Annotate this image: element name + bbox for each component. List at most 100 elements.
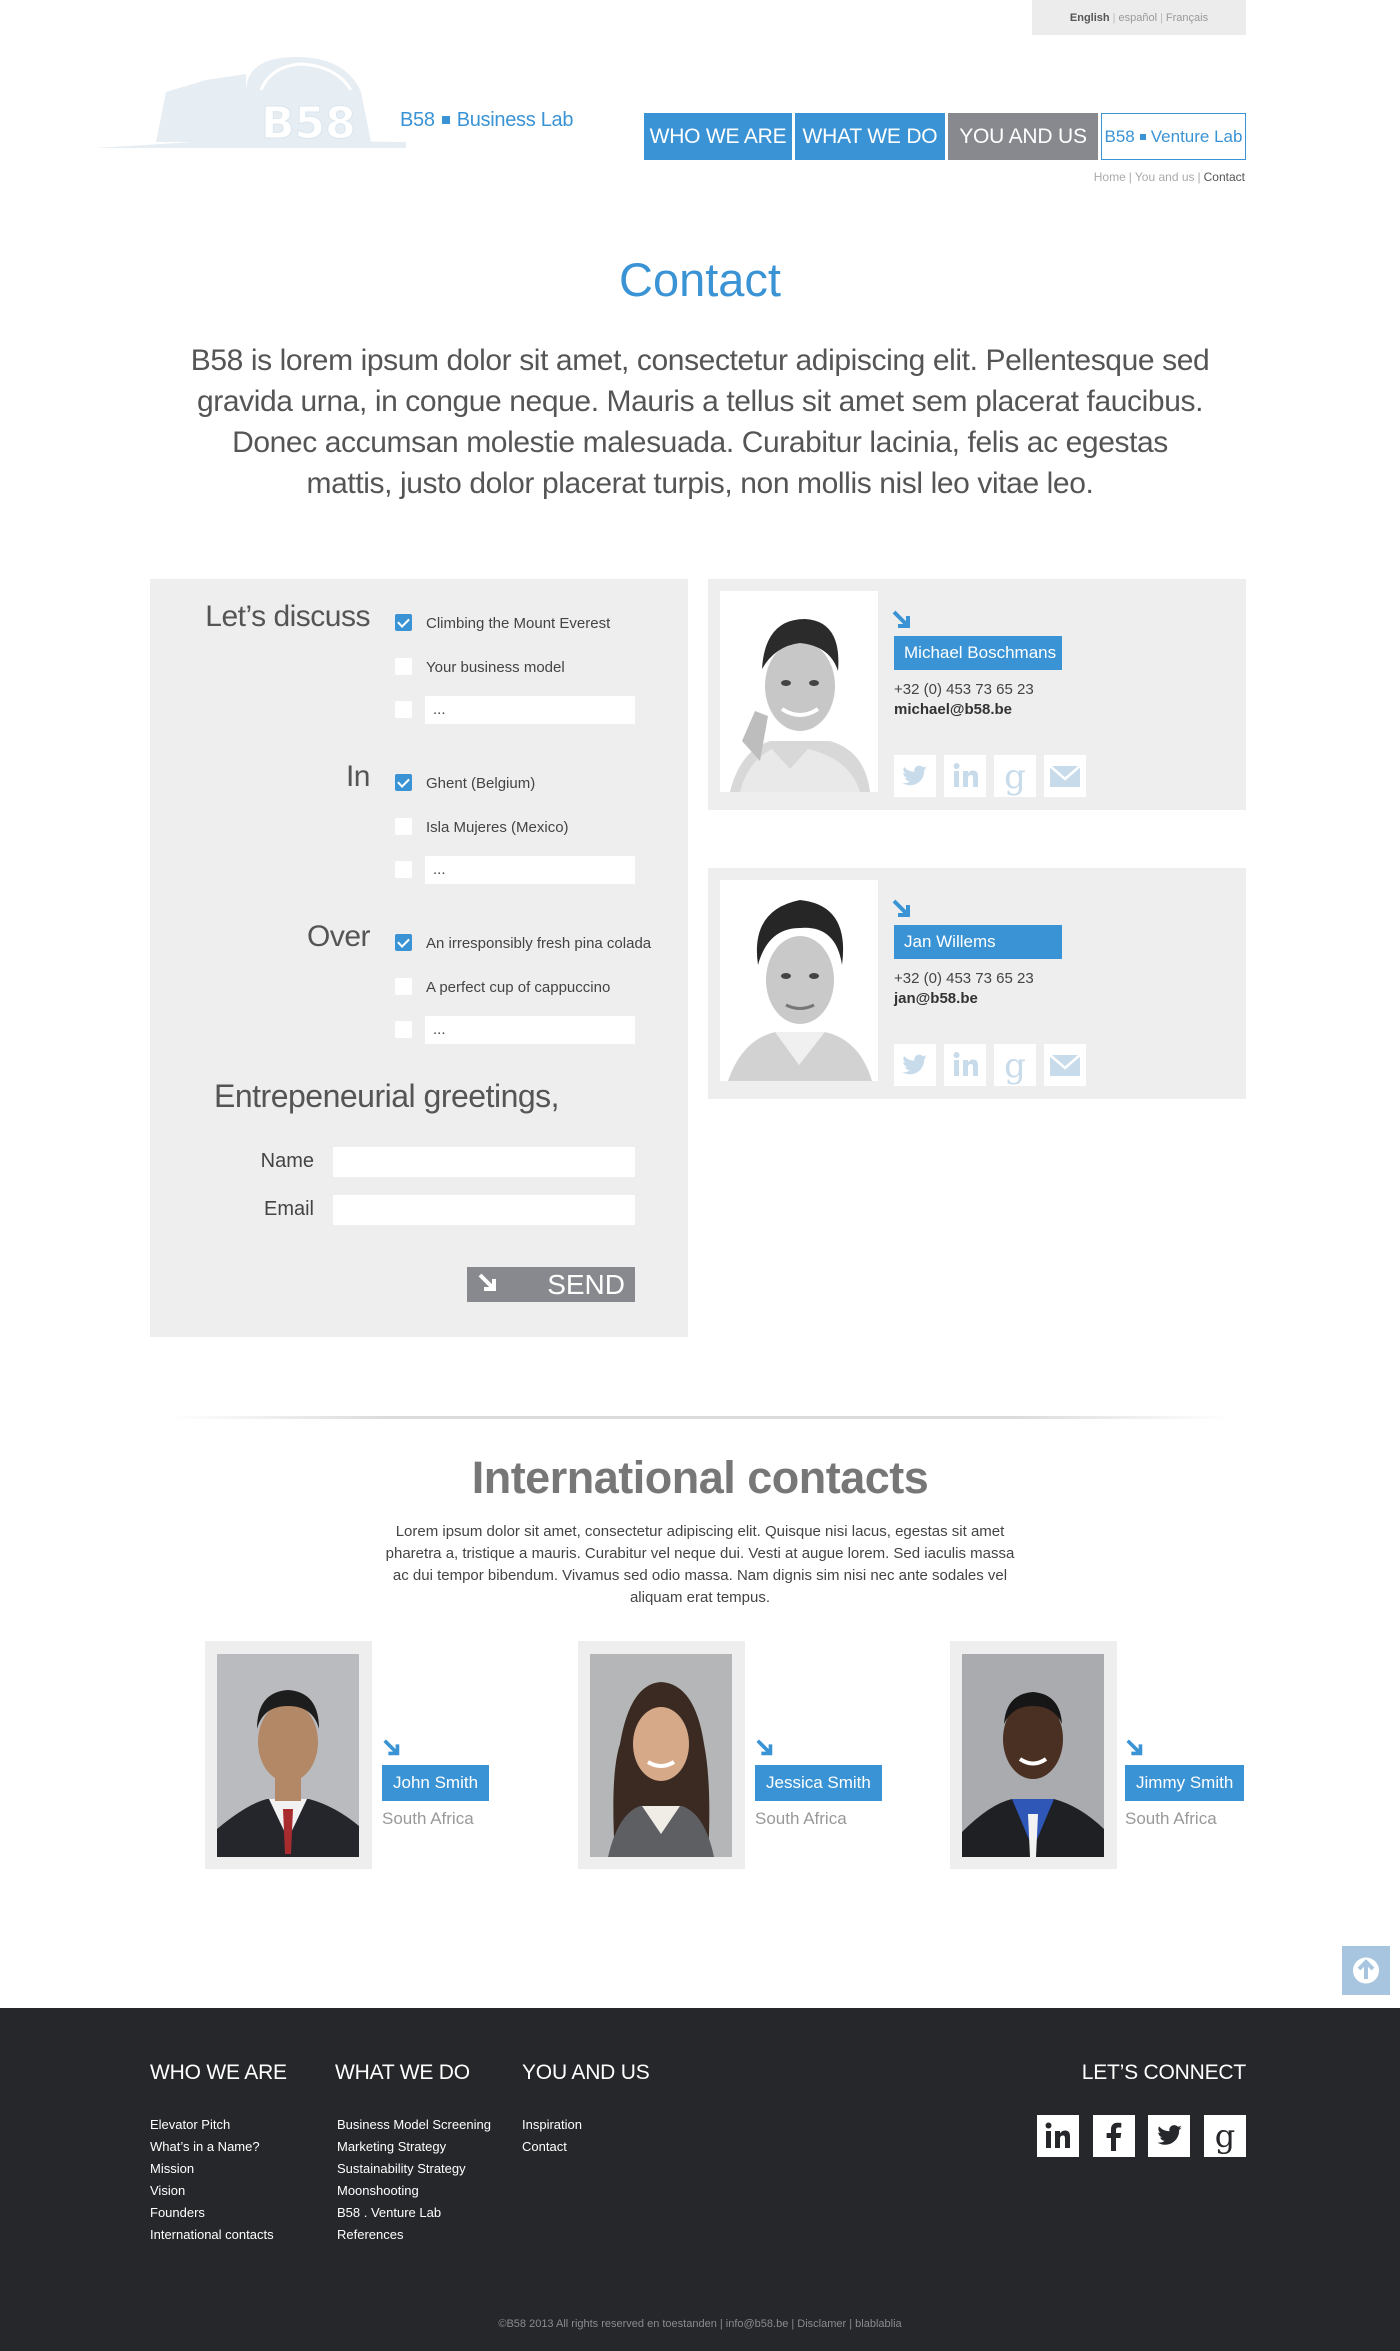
- logo-mark: B58: [261, 98, 356, 149]
- footer-link[interactable]: Founders: [150, 2202, 274, 2224]
- nav-you-and-us[interactable]: YOU AND US: [948, 113, 1098, 160]
- international-title: International contacts: [471, 1452, 929, 1503]
- over-custom-input[interactable]: ...: [425, 1016, 635, 1044]
- arrow-down-right-icon: [892, 610, 910, 628]
- nav-what-we-do[interactable]: WHAT WE DO: [795, 113, 945, 160]
- twitter-icon[interactable]: [1148, 2115, 1190, 2157]
- facebook-icon[interactable]: [1093, 2115, 1135, 2157]
- twitter-icon[interactable]: [894, 755, 936, 797]
- footer-link[interactable]: What’s in a Name?: [150, 2136, 274, 2158]
- international-contact: Jimmy Smith South Africa: [950, 1641, 1246, 1871]
- contact-name: Jan Willems: [894, 925, 1062, 959]
- footer-link[interactable]: Sustainability Strategy: [337, 2158, 491, 2180]
- contact-photo: [578, 1641, 745, 1869]
- over-checkbox-2[interactable]: [395, 978, 412, 995]
- venture-suffix: Venture Lab: [1150, 127, 1243, 146]
- footer-link[interactable]: Elevator Pitch: [150, 2114, 274, 2136]
- international-contact-name: John Smith: [382, 1765, 490, 1801]
- location-checkbox-1[interactable]: [395, 774, 412, 791]
- footer-link[interactable]: Business Model Screening: [337, 2114, 491, 2136]
- linkedin-icon[interactable]: [944, 755, 986, 797]
- location-checkbox-3[interactable]: [395, 861, 412, 878]
- mail-icon[interactable]: [1044, 755, 1086, 797]
- language-english[interactable]: English: [1070, 12, 1110, 24]
- footer-heading-what[interactable]: WHAT WE DO: [335, 2061, 470, 2085]
- breadcrumb: Home | You and us | Contact: [1093, 170, 1245, 184]
- logo-wordmark[interactable]: B58 Business Lab: [400, 109, 573, 132]
- language-switcher: English | español | Français: [1032, 0, 1246, 35]
- footer-link[interactable]: Contact: [522, 2136, 582, 2158]
- linkedin-icon[interactable]: [944, 1044, 986, 1086]
- footer-link[interactable]: Mission: [150, 2158, 274, 2180]
- arrow-down-right-icon: [892, 899, 910, 917]
- footer-links-who: Elevator Pitch What’s in a Name? Mission…: [150, 2114, 274, 2246]
- international-contact: Jessica Smith South Africa: [578, 1641, 888, 1871]
- venture-name: B58: [1104, 127, 1135, 146]
- breadcrumb-home[interactable]: Home: [1094, 170, 1126, 184]
- arrow-down-right-icon: [756, 1739, 773, 1756]
- linkedin-icon[interactable]: [1037, 2115, 1079, 2157]
- nav-venture-lab-button[interactable]: B58 Venture Lab: [1101, 113, 1246, 160]
- footer-links-what: Business Model Screening Marketing Strat…: [337, 2114, 491, 2246]
- contact-email[interactable]: michael@b58.be: [894, 701, 1012, 718]
- svg-text:g: g: [1215, 2117, 1235, 2155]
- send-label: SEND: [547, 1269, 625, 1300]
- footer-link[interactable]: International contacts: [150, 2224, 274, 2246]
- google-icon[interactable]: g: [994, 755, 1036, 797]
- discuss-checkbox-2[interactable]: [395, 658, 412, 675]
- contact-email[interactable]: jan@b58.be: [894, 990, 978, 1007]
- discuss-checkbox-3[interactable]: [395, 701, 412, 718]
- discuss-checkbox-1[interactable]: [395, 614, 412, 631]
- location-label: In: [345, 760, 371, 793]
- google-icon[interactable]: g: [994, 1044, 1036, 1086]
- footer-copyright: ©B58 2013 All rights reserved en toestan…: [498, 2318, 902, 2330]
- international-contact-name: Jimmy Smith: [1125, 1765, 1245, 1801]
- back-to-top-button[interactable]: [1342, 1946, 1390, 1995]
- contact-name: Michael Boschmans: [894, 636, 1062, 670]
- language-francais[interactable]: Français: [1166, 12, 1208, 24]
- footer-link[interactable]: References: [337, 2224, 491, 2246]
- international-contact: John Smith South Africa: [205, 1641, 505, 1871]
- over-checkbox-3[interactable]: [395, 1021, 412, 1038]
- contact-photo: [205, 1641, 372, 1869]
- logo-building-graphic[interactable]: B58: [96, 52, 406, 152]
- footer-heading-you[interactable]: YOU AND US: [522, 2061, 650, 2085]
- twitter-icon[interactable]: [894, 1044, 936, 1086]
- send-button[interactable]: SEND: [467, 1267, 635, 1302]
- name-label: Name: [260, 1150, 314, 1172]
- logo-suffix: Business Lab: [456, 109, 574, 131]
- discuss-custom-input[interactable]: ...: [425, 696, 635, 724]
- international-contact-country: South Africa: [1125, 1809, 1217, 1828]
- over-checkbox-1[interactable]: [395, 934, 412, 951]
- international-contact-name: Jessica Smith: [755, 1765, 882, 1801]
- mail-icon[interactable]: [1044, 1044, 1086, 1086]
- footer-link[interactable]: B58 . Venture Lab: [337, 2202, 491, 2224]
- section-divider: [170, 1416, 1230, 1419]
- svg-text:g: g: [1004, 1046, 1026, 1086]
- over-label: Over: [306, 920, 371, 953]
- nav-who-we-are[interactable]: WHO WE ARE: [644, 113, 792, 160]
- footer-heading-who[interactable]: WHO WE ARE: [150, 2061, 287, 2085]
- footer-links-you: Inspiration Contact: [522, 2114, 582, 2158]
- language-espanol[interactable]: español: [1119, 12, 1158, 24]
- international-contact-country: South Africa: [755, 1809, 847, 1828]
- footer-link[interactable]: Moonshooting: [337, 2180, 491, 2202]
- arrow-down-right-icon: [478, 1273, 496, 1291]
- breadcrumb-you-and-us[interactable]: You and us: [1135, 170, 1195, 184]
- footer-link[interactable]: Marketing Strategy: [337, 2136, 491, 2158]
- greeting-heading: Entrepeneurial greetings,: [214, 1078, 560, 1114]
- footer-link[interactable]: Vision: [150, 2180, 274, 2202]
- contact-photo: [720, 591, 878, 792]
- over-option-1: An irresponsibly fresh pina colada: [426, 935, 652, 952]
- contact-card: Michael Boschmans +32 (0) 453 73 65 23 m…: [708, 579, 1246, 810]
- email-input[interactable]: [333, 1195, 635, 1225]
- location-checkbox-2[interactable]: [395, 818, 412, 835]
- over-option-2: A perfect cup of cappuccino: [426, 979, 611, 996]
- name-input[interactable]: [333, 1147, 635, 1177]
- footer-link[interactable]: Inspiration: [522, 2114, 582, 2136]
- logo-name: B58: [400, 109, 435, 131]
- footer-connect-heading: LET’S CONNECT: [1081, 2061, 1246, 2084]
- location-custom-input[interactable]: ...: [425, 856, 635, 884]
- google-icon[interactable]: g: [1204, 2115, 1246, 2157]
- venture-square-icon: [1139, 134, 1146, 140]
